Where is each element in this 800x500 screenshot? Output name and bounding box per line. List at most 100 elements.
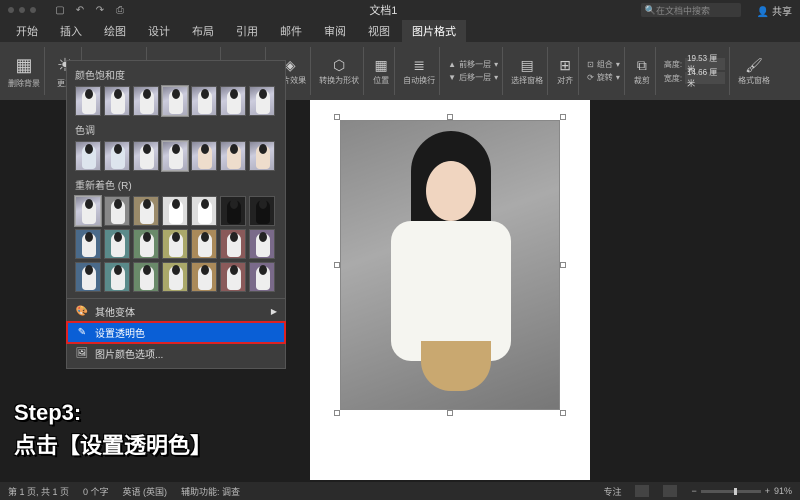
tutorial-instruction: 点击【设置透明色】	[14, 428, 212, 460]
recolor-swatch[interactable]	[249, 229, 275, 259]
focus-mode-button[interactable]: 专注	[603, 485, 621, 498]
recolor-swatch[interactable]	[162, 262, 188, 292]
recolor-swatch[interactable]	[249, 196, 275, 226]
status-bar: 第 1 页, 共 1 页 0 个字 英语 (英国) 辅助功能: 调查 专注 − +…	[0, 482, 800, 500]
other-variants-item[interactable]: 🎨其他变体▶	[67, 301, 285, 322]
tab-review[interactable]: 审阅	[314, 20, 356, 42]
saturation-heading: 颜色饱和度	[75, 67, 277, 82]
picture-color-options-item[interactable]: 🖼图片颜色选项...	[67, 343, 285, 364]
remove-bg-icon: ▦	[12, 53, 36, 77]
recolor-swatch[interactable]	[75, 196, 101, 226]
zoom-in-icon[interactable]: +	[765, 486, 770, 496]
tab-view[interactable]: 视图	[358, 20, 400, 42]
tone-swatches	[75, 141, 277, 171]
tab-insert[interactable]: 插入	[50, 20, 92, 42]
zoom-level[interactable]: 91%	[774, 486, 792, 496]
eyedropper-icon: ✎	[75, 327, 89, 338]
print-icon[interactable]: ⎙	[114, 4, 126, 16]
saturation-swatch[interactable]	[220, 86, 246, 116]
send-backward-button[interactable]: ▼后移一层 ▾	[448, 72, 498, 83]
recolor-heading: 重新着色 (R)	[75, 177, 277, 192]
tutorial-step: Step3:	[14, 400, 212, 426]
backward-icon: ▼	[448, 73, 456, 82]
arrange-group: ▲前移一层 ▾ ▼后移一层 ▾	[444, 47, 503, 95]
format-pane-button[interactable]: 🖌格式窗格	[734, 47, 774, 95]
recolor-swatch[interactable]	[104, 262, 130, 292]
saturation-swatch[interactable]	[75, 86, 101, 116]
remove-background-button[interactable]: ▦删除背景	[4, 47, 45, 95]
recolor-swatch[interactable]	[162, 229, 188, 259]
crop-button[interactable]: ⧉裁剪	[629, 47, 656, 95]
forward-icon: ▲	[448, 60, 456, 69]
recolor-swatch[interactable]	[75, 229, 101, 259]
wrap-text-button[interactable]: ≣自动换行	[399, 47, 440, 95]
recolor-swatch[interactable]	[249, 262, 275, 292]
rotate-button[interactable]: ⟳旋转 ▾	[587, 72, 620, 83]
zoom-out-icon[interactable]: −	[691, 486, 696, 496]
tone-swatch[interactable]	[249, 141, 275, 171]
saturation-swatch[interactable]	[104, 86, 130, 116]
accessibility-indicator[interactable]: 辅助功能: 调查	[181, 485, 240, 498]
redo-icon[interactable]: ↷	[94, 4, 106, 16]
page	[310, 100, 590, 480]
tone-swatch[interactable]	[191, 141, 217, 171]
share-button[interactable]: 👤 共享	[757, 3, 792, 18]
selected-image[interactable]	[340, 120, 560, 410]
saturation-swatch[interactable]	[133, 86, 159, 116]
tone-swatch[interactable]	[133, 141, 159, 171]
zoom-slider[interactable]	[701, 490, 761, 493]
tone-swatch[interactable]	[75, 141, 101, 171]
recolor-swatch[interactable]	[191, 196, 217, 226]
recolor-swatch[interactable]	[133, 196, 159, 226]
saturation-swatch[interactable]	[191, 86, 217, 116]
save-icon[interactable]: ▢	[54, 4, 66, 16]
recolor-swatch[interactable]	[220, 229, 246, 259]
tab-references[interactable]: 引用	[226, 20, 268, 42]
view-print-button[interactable]	[635, 485, 649, 497]
width-input[interactable]: 14.66 厘米	[685, 72, 725, 84]
tab-home[interactable]: 开始	[6, 20, 48, 42]
zoom-control[interactable]: − +91%	[691, 486, 792, 496]
tone-swatch[interactable]	[220, 141, 246, 171]
quick-access-toolbar[interactable]: ▢ ↶ ↷ ⎙	[54, 4, 126, 16]
tab-layout[interactable]: 布局	[182, 20, 224, 42]
undo-icon[interactable]: ↶	[74, 4, 86, 16]
tab-design[interactable]: 设计	[138, 20, 180, 42]
convert-button[interactable]: ⬡转换为形状	[315, 47, 364, 95]
position-button[interactable]: ▦位置	[368, 47, 395, 95]
width-label: 宽度:	[664, 73, 682, 84]
tab-mailings[interactable]: 邮件	[270, 20, 312, 42]
size-group: 高度:19.53 厘米 宽度:14.66 厘米	[660, 47, 730, 95]
page-count[interactable]: 第 1 页, 共 1 页	[8, 485, 69, 498]
tone-swatch[interactable]	[104, 141, 130, 171]
recolor-swatch[interactable]	[162, 196, 188, 226]
window-controls[interactable]	[8, 7, 36, 13]
saturation-swatch[interactable]	[249, 86, 275, 116]
align-button[interactable]: ⊞对齐	[552, 47, 579, 95]
recolor-swatch[interactable]	[191, 262, 217, 292]
search-input[interactable]: 🔍 在文档中搜索	[641, 3, 741, 17]
recolor-swatch[interactable]	[75, 262, 101, 292]
set-transparent-color-item[interactable]: ✎设置透明色	[67, 322, 285, 343]
tone-swatch[interactable]	[162, 141, 188, 171]
arrange2-group: ⊡组合 ▾ ⟳旋转 ▾	[583, 47, 625, 95]
language-indicator[interactable]: 英语 (英国)	[123, 485, 168, 498]
selection-pane-button[interactable]: ▤选择窗格	[507, 47, 548, 95]
tab-draw[interactable]: 绘图	[94, 20, 136, 42]
bring-forward-button[interactable]: ▲前移一层 ▾	[448, 59, 498, 70]
group-icon: ⊡	[587, 60, 594, 69]
recolor-swatch[interactable]	[133, 262, 159, 292]
recolor-swatch[interactable]	[220, 262, 246, 292]
tab-picture-format[interactable]: 图片格式	[402, 20, 466, 42]
convert-icon: ⬡	[330, 56, 348, 74]
recolor-swatch[interactable]	[104, 196, 130, 226]
recolor-swatch[interactable]	[220, 196, 246, 226]
recolor-swatch[interactable]	[191, 229, 217, 259]
recolor-swatch[interactable]	[133, 229, 159, 259]
group-button[interactable]: ⊡组合 ▾	[587, 59, 620, 70]
word-count[interactable]: 0 个字	[83, 485, 109, 498]
pane-icon: ▤	[518, 56, 536, 74]
saturation-swatch[interactable]	[162, 86, 188, 116]
recolor-swatch[interactable]	[104, 229, 130, 259]
view-web-button[interactable]	[663, 485, 677, 497]
